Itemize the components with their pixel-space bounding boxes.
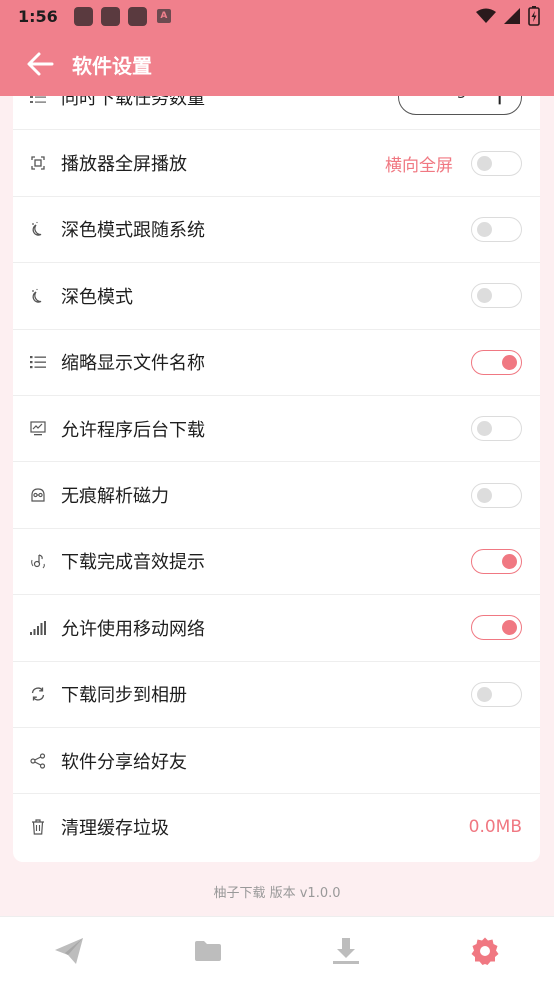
- row-label: 播放器全屏播放: [61, 154, 187, 176]
- toggle-knob: [477, 487, 492, 503]
- settings-row-clear-cache[interactable]: 清理缓存垃圾 0.0MB: [13, 794, 540, 860]
- back-arrow-icon[interactable]: [26, 50, 54, 78]
- page-title: 软件设置: [72, 53, 152, 78]
- settings-row-background-download[interactable]: 允许程序后台下载: [13, 396, 540, 463]
- notification-icon: [73, 6, 93, 26]
- stepper-increment-button[interactable]: |: [496, 96, 503, 105]
- download-sound-toggle[interactable]: [471, 548, 522, 574]
- row-label: 深色模式跟随系统: [61, 220, 205, 242]
- mobile-network-toggle[interactable]: [471, 615, 522, 641]
- nav-folder[interactable]: [178, 921, 238, 981]
- trash-icon: [29, 818, 47, 836]
- settings-row-incognito-magnet[interactable]: 无痕解析磁力: [13, 462, 540, 529]
- status-bar: 1:56 A: [0, 0, 554, 32]
- download-icon: [333, 937, 360, 964]
- settings-row-dark-follow-system[interactable]: 深色模式跟随系统: [13, 197, 540, 264]
- incognito-magnet-toggle[interactable]: [471, 482, 522, 508]
- background-download-toggle[interactable]: [471, 416, 522, 442]
- row-label: 缩略显示文件名称: [61, 353, 205, 375]
- notification-icon: [127, 6, 147, 26]
- send-icon: [55, 937, 84, 964]
- battery-icon: [528, 6, 540, 26]
- nav-send[interactable]: [39, 921, 99, 981]
- settings-row-sync-album[interactable]: 下载同步到相册: [13, 662, 540, 728]
- notification-icon: [100, 6, 120, 26]
- list-icon: [29, 353, 47, 371]
- row-label: 下载同步到相册: [61, 685, 187, 707]
- settings-row-download-sound[interactable]: 下载完成音效提示: [13, 529, 540, 596]
- toggle-knob: [477, 221, 492, 237]
- settings-row-mobile-network[interactable]: 允许使用移动网络: [13, 595, 540, 662]
- app-bar: 软件设置: [0, 32, 554, 96]
- dark-mode-toggle[interactable]: [471, 283, 522, 309]
- row-label: 允许使用移动网络: [61, 618, 205, 640]
- share-icon: [29, 752, 47, 770]
- toggle-knob: [502, 354, 517, 370]
- toggle-knob: [477, 288, 492, 304]
- moon-icon: [29, 220, 47, 238]
- settings-card: 同时下载任务数量 3 | 播放器全屏播放 横向全屏 深色模式跟随系统: [13, 96, 540, 862]
- settings-row-player-fullscreen[interactable]: 播放器全屏播放 横向全屏: [13, 130, 540, 197]
- download-count-stepper[interactable]: 3 |: [398, 96, 522, 115]
- settings-row-dark-mode[interactable]: 深色模式: [13, 263, 540, 330]
- sound-icon: [29, 552, 47, 570]
- signal-icon: [29, 619, 47, 637]
- fullscreen-icon: [29, 154, 47, 172]
- stepper-value: 3: [457, 96, 466, 102]
- row-label: 深色模式: [61, 286, 133, 308]
- row-label: 清理缓存垃圾: [61, 818, 169, 840]
- settings-row-share-app[interactable]: 软件分享给好友: [13, 728, 540, 795]
- sync-icon: [29, 685, 47, 703]
- dark-follow-system-toggle[interactable]: [471, 216, 522, 242]
- cache-size-value: 0.0MB: [468, 817, 522, 838]
- nav-settings[interactable]: [455, 921, 515, 981]
- settings-content[interactable]: 同时下载任务数量 3 | 播放器全屏播放 横向全屏 深色模式跟随系统: [0, 96, 554, 916]
- settings-row-concurrent-downloads: 同时下载任务数量 3 |: [13, 96, 540, 131]
- bottom-nav: [0, 916, 554, 984]
- settings-icon: [471, 937, 499, 965]
- list-numbered-icon: [29, 96, 47, 106]
- chart-icon: [29, 420, 47, 438]
- row-label: 下载完成音效提示: [61, 552, 205, 574]
- fullscreen-mode-value[interactable]: 横向全屏: [385, 151, 453, 176]
- toggle-knob: [477, 155, 492, 171]
- toggle-knob: [502, 553, 517, 569]
- sync-album-toggle[interactable]: [471, 681, 522, 707]
- toggle-knob: [502, 620, 517, 636]
- version-text: 柚子下载 版本 v1.0.0: [213, 886, 341, 901]
- folder-icon: [194, 940, 221, 961]
- toggle-knob: [477, 421, 492, 437]
- row-label: 允许程序后台下载: [61, 419, 205, 441]
- row-label: 无痕解析磁力: [61, 486, 169, 508]
- abbreviate-filenames-toggle[interactable]: [471, 349, 522, 375]
- player-fullscreen-toggle[interactable]: [471, 150, 522, 176]
- cell-signal-icon: [504, 8, 520, 24]
- row-label: 软件分享给好友: [61, 751, 187, 773]
- row-label: 同时下载任务数量: [61, 96, 205, 109]
- wifi-icon: [476, 8, 496, 23]
- notification-letter-icon: A: [156, 9, 171, 23]
- nav-download[interactable]: [316, 921, 376, 981]
- incognito-icon: [29, 486, 47, 504]
- status-time: 1:56: [18, 6, 58, 26]
- settings-row-abbreviate-filenames[interactable]: 缩略显示文件名称: [13, 330, 540, 396]
- moon-icon: [29, 287, 47, 305]
- toggle-knob: [477, 686, 492, 702]
